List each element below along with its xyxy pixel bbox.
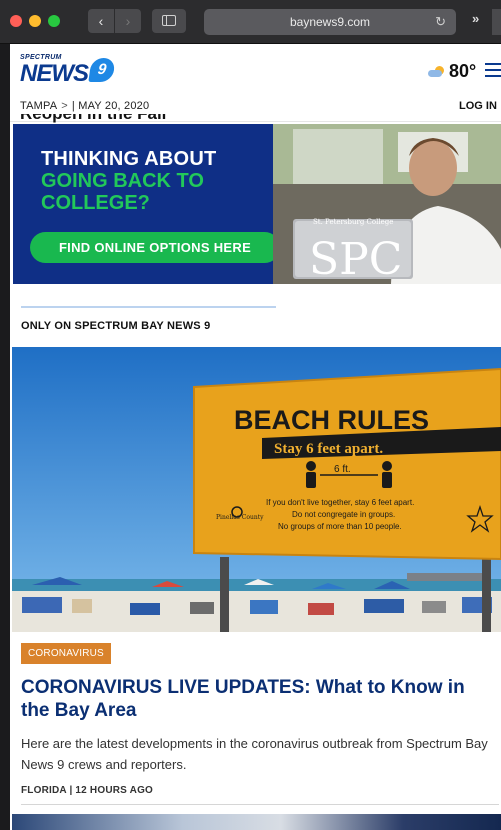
chevron-left-icon: ‹ [98, 13, 104, 29]
article-headline[interactable]: CORONAVIRUS LIVE UPDATES: What to Know i… [21, 676, 491, 722]
article-divider [21, 804, 499, 805]
ad-line-2: GOING BACK TO [41, 170, 204, 192]
article-summary: Here are the latest developments in the … [21, 736, 488, 772]
close-window-button[interactable] [10, 15, 22, 27]
partly-cloudy-icon [428, 65, 446, 78]
sign-title: BEACH RULES [234, 405, 429, 435]
sign-line-1: If you don't live together, stay 6 feet … [266, 498, 414, 507]
toolbar-overflow [492, 9, 501, 35]
chevron-right-icon: › [125, 13, 131, 29]
current-date: | MAY 20, 2020 [71, 100, 150, 112]
crumb-separator: > [61, 100, 68, 112]
next-article-image[interactable] [12, 814, 501, 830]
section-rule [21, 306, 276, 308]
section-label: ONLY ON SPECTRUM BAY NEWS 9 [21, 320, 211, 332]
ad-student-photo: St. Petersburg College SPC [273, 124, 501, 284]
url-text: baynews9.com [289, 15, 371, 29]
advertisement-banner[interactable]: THINKING ABOUT GOING BACK TO COLLEGE? FI… [13, 124, 501, 284]
reload-icon[interactable]: ↻ [435, 9, 446, 35]
category-tag[interactable]: CORONAVIRUS [21, 643, 111, 664]
site-header: SPECTRUM NEWS 9 80° TAMPA > | MAY 20, 2020… [10, 44, 501, 122]
sidebar-icon [162, 15, 176, 26]
spc-logo-text: SPC [309, 234, 402, 284]
zoom-window-button[interactable] [48, 15, 60, 27]
ad-line-3: COLLEGE? [41, 192, 150, 214]
web-page: SPECTRUM NEWS 9 80° TAMPA > | MAY 20, 2020… [10, 44, 501, 830]
clipped-headline[interactable]: Reopen in the Fall [20, 114, 166, 123]
ad-cta-button[interactable]: FIND ONLINE OPTIONS HERE [30, 232, 280, 263]
college-small-text: St. Petersburg College [313, 218, 393, 226]
sign-distance: 6 ft. [334, 464, 351, 475]
logo-big-text: NEWS [20, 60, 89, 87]
hamburger-menu-icon[interactable] [485, 63, 501, 81]
sign-line-2: Do not congregate in groups. [292, 510, 395, 519]
location-link[interactable]: TAMPA [20, 100, 57, 112]
sidebar-toggle-button[interactable] [152, 9, 186, 33]
article-meta: FLORIDA | 12 HOURS AGO [21, 785, 154, 796]
temperature: 80° [449, 61, 477, 81]
login-link[interactable]: LOG IN [459, 100, 497, 112]
logo-badge: 9 [88, 58, 116, 82]
weather-widget[interactable]: 80° [428, 61, 476, 82]
minimize-window-button[interactable] [29, 15, 41, 27]
more-toolbar-icon[interactable]: » [472, 11, 479, 26]
spectrum-news-logo[interactable]: SPECTRUM NEWS 9 [20, 54, 130, 88]
back-button[interactable]: ‹ [88, 9, 114, 33]
sign-subtitle: Stay 6 feet apart. [274, 441, 383, 457]
browser-toolbar: ‹ › baynews9.com ↻ » [0, 0, 501, 44]
sign-line-3: No groups of more than 10 people. [278, 522, 402, 531]
beach-rules-photo[interactable]: BEACH RULES Stay 6 feet apart. 6 ft. If … [12, 347, 501, 632]
location-breadcrumb: TAMPA > | MAY 20, 2020 [20, 100, 149, 112]
address-bar[interactable]: baynews9.com ↻ [204, 9, 456, 35]
forward-button[interactable]: › [115, 9, 141, 33]
ad-line-1: THINKING ABOUT [41, 148, 217, 170]
